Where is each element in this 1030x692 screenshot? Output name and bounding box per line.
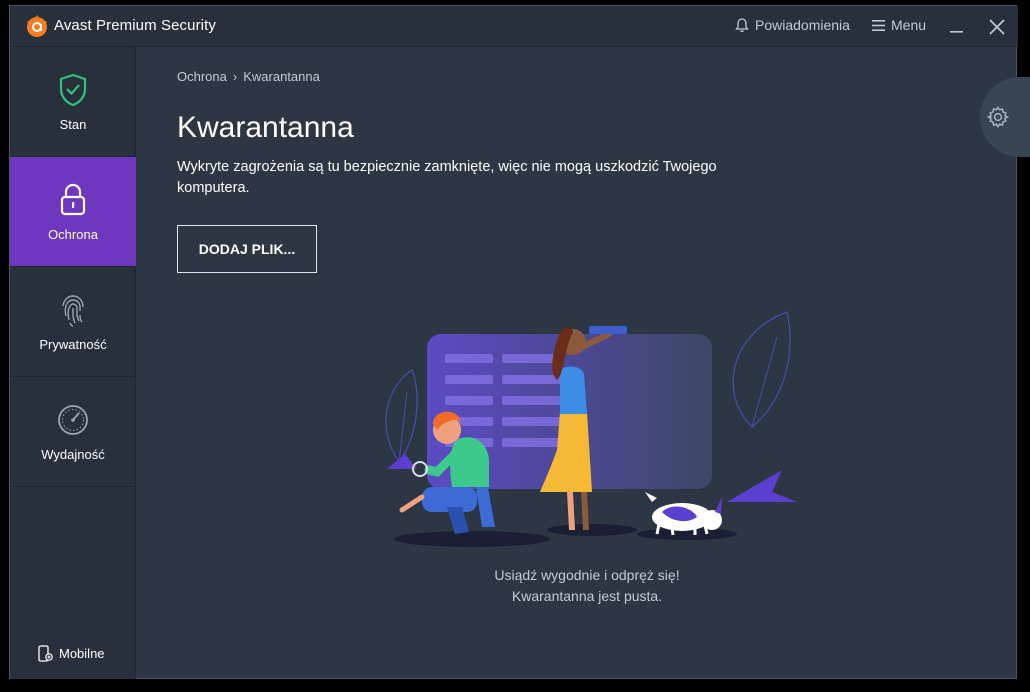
empty-state-line-1: Usiądź wygodnie i odpręż się! <box>494 567 680 583</box>
page-title: Kwarantanna <box>177 111 354 144</box>
notifications-button[interactable]: Powiadomienia <box>735 17 850 33</box>
shield-check-icon <box>59 73 87 107</box>
breadcrumb-separator: › <box>232 69 238 84</box>
empty-state-line-2: Kwarantanna jest pusta. <box>511 588 663 604</box>
breadcrumb-current: Kwarantanna <box>243 69 320 84</box>
mobile-device-icon <box>38 645 53 662</box>
main-content: Ochrona › Kwarantanna Kwarantanna Wykryt… <box>137 47 1030 679</box>
breadcrumb-parent[interactable]: Ochrona <box>177 69 227 84</box>
menu-label: Menu <box>891 17 927 33</box>
breadcrumb: Ochrona › Kwarantanna <box>177 69 320 84</box>
avast-logo-icon <box>27 15 47 37</box>
sidebar-item-label: Wydajność <box>41 447 105 462</box>
bell-icon <box>735 17 749 32</box>
notifications-label: Powiadomienia <box>755 17 850 33</box>
menu-button[interactable]: Menu <box>872 17 926 33</box>
page-description: Wykryte zagrożenia są tu bezpiecznie zam… <box>177 159 717 196</box>
add-file-button[interactable]: DODAJ PLIK... <box>177 225 317 273</box>
sidebar-item-label: Stan <box>59 117 87 132</box>
hamburger-icon <box>872 19 885 31</box>
fingerprint-icon <box>62 295 84 327</box>
empty-quarantine-illustration <box>385 311 797 547</box>
mobile-label: Mobilne <box>59 646 105 661</box>
minimize-button[interactable] <box>944 14 970 40</box>
settings-button[interactable] <box>980 77 1030 157</box>
app-title: Avast Premium Security <box>54 17 216 34</box>
app-window: Avast Premium Security Powiadomienia Men… <box>9 5 1030 679</box>
empty-state-message: Usiądź wygodnie i odpręż się! Kwarantann… <box>427 565 747 607</box>
sidebar-item-wydajnosc[interactable]: Wydajność <box>10 377 136 487</box>
gear-icon <box>986 106 1010 128</box>
close-button[interactable] <box>984 14 1010 40</box>
sidebar-item-stan[interactable]: Stan <box>10 47 136 157</box>
sidebar: Stan Ochrona Prywatność Wydajność Mobiln… <box>10 47 136 679</box>
gauge-icon <box>58 405 88 435</box>
lock-icon <box>60 183 86 216</box>
sidebar-item-prywatnosc[interactable]: Prywatność <box>10 267 136 377</box>
sidebar-item-label: Prywatność <box>39 337 107 352</box>
title-bar: Avast Premium Security Powiadomienia Men… <box>10 6 1018 47</box>
sidebar-item-label: Ochrona <box>48 227 98 242</box>
sidebar-item-ochrona[interactable]: Ochrona <box>10 157 136 267</box>
mobile-link[interactable]: Mobilne <box>38 645 105 662</box>
